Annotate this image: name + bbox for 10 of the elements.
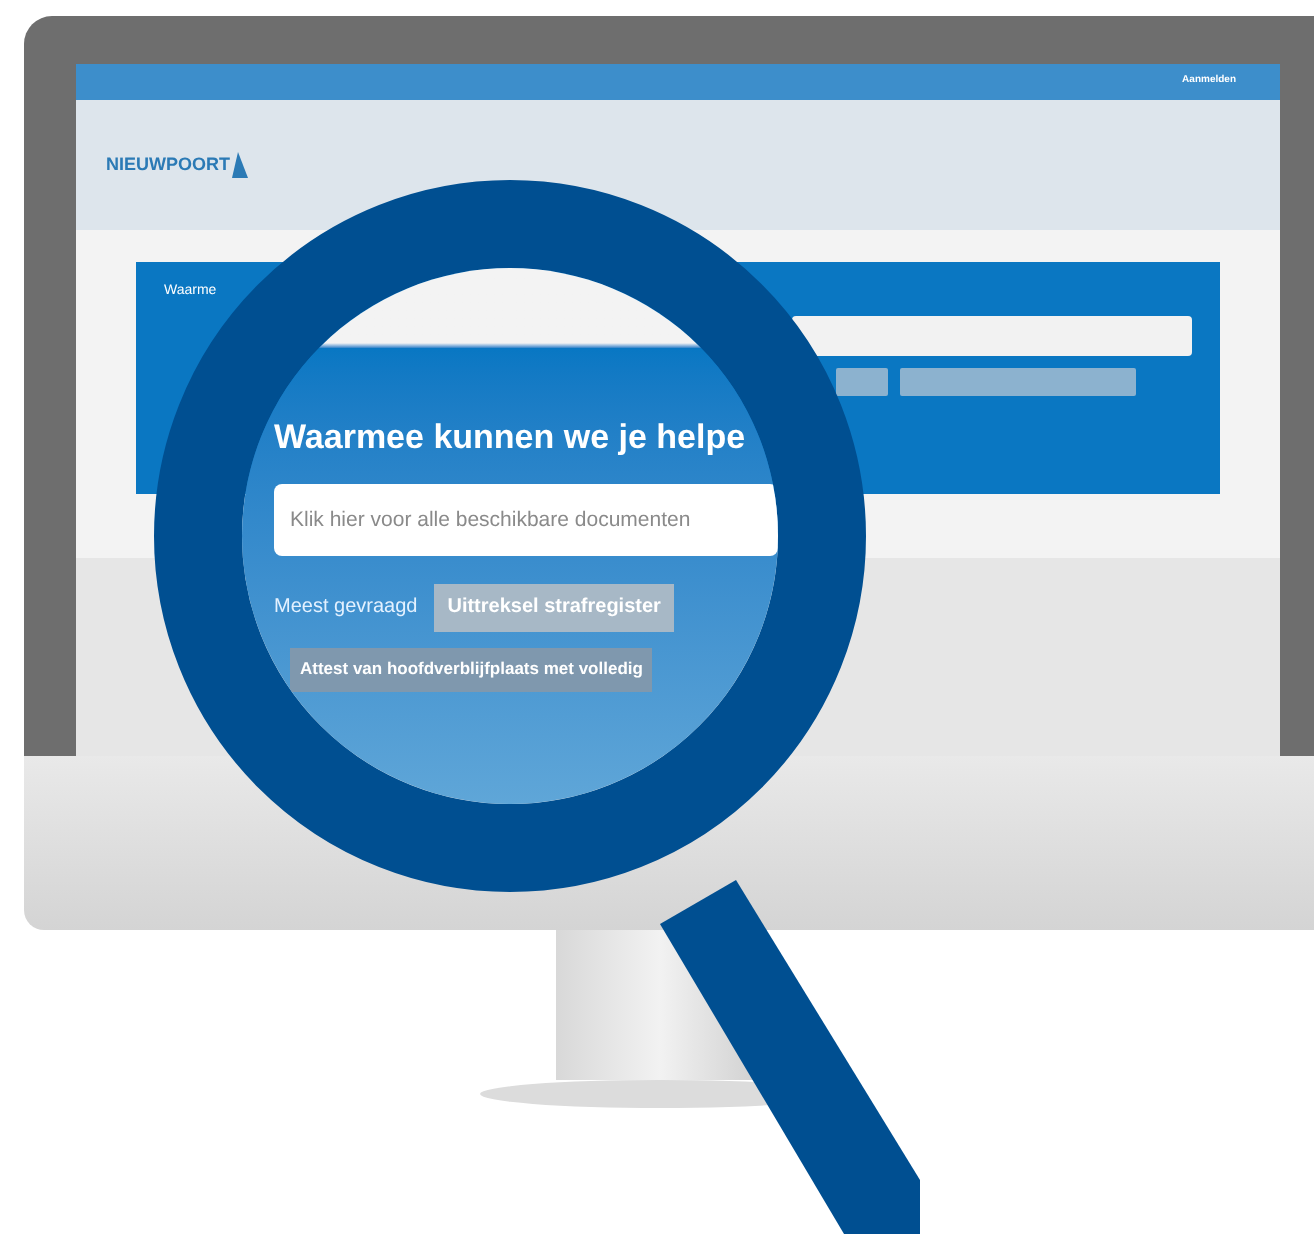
quick-link-button[interactable]: Attest van hoofdverblijfplaats met volledig — [290, 647, 653, 691]
most-requested-label: Meest gevraagd — [274, 594, 418, 622]
sail-icon — [232, 151, 248, 179]
search-field[interactable]: Klik hier voor alle beschikbare documenten — [274, 483, 778, 555]
blurred-button[interactable] — [836, 367, 888, 395]
help-heading: Waarmee kunnen we je helpe — [274, 416, 748, 460]
quick-link-button[interactable]: Uittreksel strafregister — [433, 583, 675, 631]
blurred-button[interactable] — [900, 367, 1136, 395]
search-field[interactable] — [792, 315, 1192, 355]
logo: NIEUWPOORT — [106, 151, 248, 179]
